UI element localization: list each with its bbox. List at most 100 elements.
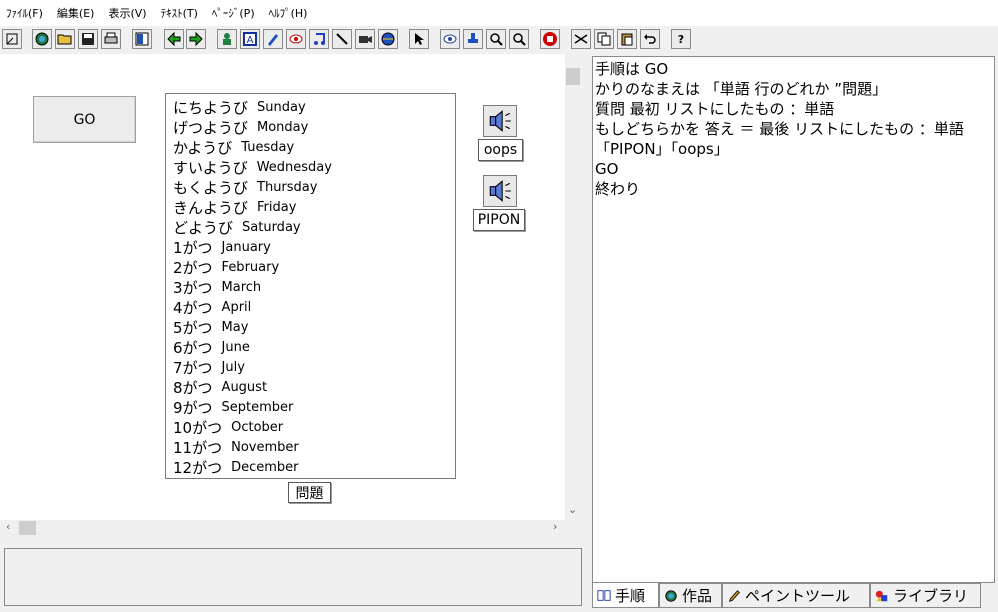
card-view-icon[interactable] xyxy=(132,29,152,49)
scroll-right-arrow-icon[interactable]: › xyxy=(553,520,557,533)
word-english: March xyxy=(221,279,262,295)
globe-icon[interactable] xyxy=(378,29,398,49)
vertical-scroll-thumb[interactable] xyxy=(566,68,580,85)
word-english: Monday xyxy=(257,119,309,135)
word-japanese: かようび xyxy=(173,138,233,157)
menu-text[interactable]: ﾃｷｽﾄ(T) xyxy=(161,5,198,21)
zoom-in-icon[interactable] xyxy=(486,29,506,49)
word-japanese: 2がつ xyxy=(173,258,213,277)
word-list-row: かようび Tuesday xyxy=(173,137,455,157)
menu-help[interactable]: ﾍﾙﾌﾟ(H) xyxy=(269,5,308,21)
tab-library[interactable]: ライブラリ xyxy=(870,583,981,608)
save-icon[interactable] xyxy=(78,29,98,49)
text-box-icon[interactable]: A xyxy=(240,29,260,49)
stamp-icon[interactable] xyxy=(463,29,483,49)
word-japanese: どようび xyxy=(173,218,234,237)
script-line: 手順は GO xyxy=(595,60,669,78)
toolbar: A ? xyxy=(0,26,998,54)
copy-icon[interactable] xyxy=(594,29,614,49)
brush-icon xyxy=(728,589,740,602)
go-button[interactable]: GO xyxy=(33,96,136,143)
horizontal-scrollbar[interactable] xyxy=(0,520,565,536)
word-english: September xyxy=(221,399,294,415)
script-line: もしどちらかを 答え ＝ 最後 リストにしたもの ：単語 xyxy=(595,120,964,138)
help-icon[interactable]: ? xyxy=(671,29,691,49)
mondai-button[interactable]: 問題 xyxy=(288,482,331,503)
word-list-row: 9がつ September xyxy=(173,397,455,417)
pipon-sound-button[interactable]: PIPON xyxy=(473,209,525,231)
tab-works[interactable]: 作品 xyxy=(659,583,722,608)
menu-file[interactable]: ﾌｧｲﾙ(F) xyxy=(6,5,43,21)
preview-eye-icon[interactable] xyxy=(440,29,460,49)
open-folder-icon[interactable] xyxy=(55,29,75,49)
word-japanese: もくようび xyxy=(173,178,249,197)
svg-text:A: A xyxy=(247,35,254,46)
word-english: February xyxy=(221,259,280,275)
word-english: Sunday xyxy=(257,99,306,115)
word-japanese: 7がつ xyxy=(173,358,213,377)
word-english: Thursday xyxy=(257,179,318,195)
message-box[interactable] xyxy=(4,548,582,606)
word-japanese: 1がつ xyxy=(173,238,213,257)
word-japanese: 6がつ xyxy=(173,338,213,357)
shapes-icon xyxy=(875,590,888,601)
script-line: 質問 最初 リストにしたもの ：単語 xyxy=(595,100,835,118)
menu-edit[interactable]: 編集(E) xyxy=(57,5,95,21)
word-japanese: 11がつ xyxy=(173,438,223,457)
menu-bar: ﾌｧｲﾙ(F) 編集(E) 表示(V) ﾃｷｽﾄ(T) ﾍﾟｰｼﾞ(P) ﾍﾙﾌ… xyxy=(0,0,998,26)
cut-icon[interactable] xyxy=(571,29,591,49)
word-list-row: 2がつ February xyxy=(173,257,455,277)
wand-icon[interactable] xyxy=(332,29,352,49)
tab-paint-tool[interactable]: ペイントツール xyxy=(722,583,870,608)
back-arrow-icon[interactable] xyxy=(164,29,184,49)
music-note-icon[interactable] xyxy=(309,29,329,49)
character-icon[interactable] xyxy=(217,29,237,49)
horizontal-scroll-thumb[interactable] xyxy=(19,521,36,535)
word-list-field[interactable]: にちようび Sunday げつようび Monday かようび Tuesday すいようび We… xyxy=(165,93,456,479)
forward-arrow-icon[interactable] xyxy=(186,29,206,49)
word-list-row: 11がつ November xyxy=(173,437,455,457)
script-line: GO xyxy=(595,160,619,178)
word-list-row: もくようび Thursday xyxy=(173,177,455,197)
menu-view[interactable]: 表示(V) xyxy=(108,5,146,21)
word-list-row: 6がつ June xyxy=(173,337,455,357)
undo-icon[interactable] xyxy=(640,29,660,49)
word-list-row: にちようび Sunday xyxy=(173,97,455,117)
pointer-icon[interactable] xyxy=(409,29,429,49)
scroll-left-arrow-icon[interactable]: ‹ xyxy=(6,520,10,533)
word-english: August xyxy=(221,379,268,395)
script-editor[interactable]: 手順は GO かりのなまえは 「単語 行のどれか ”問題」 質問 最初 リストにした… xyxy=(592,56,995,583)
scroll-down-arrow-icon[interactable]: ⌄ xyxy=(568,503,577,516)
menu-page[interactable]: ﾍﾟｰｼﾞ(P) xyxy=(212,5,255,21)
word-list-row: 7がつ July xyxy=(173,357,455,377)
word-list-row: げつようび Monday xyxy=(173,117,455,137)
film-icon[interactable] xyxy=(355,29,375,49)
word-list-row: 12がつ December xyxy=(173,457,455,477)
stop-hand-icon[interactable] xyxy=(540,29,560,49)
word-english: Wednesday xyxy=(256,159,332,175)
word-japanese: 9がつ xyxy=(173,398,213,417)
word-english: November xyxy=(231,439,299,455)
restore-icon[interactable] xyxy=(2,29,22,49)
print-icon[interactable] xyxy=(101,29,121,49)
word-english: December xyxy=(231,459,299,475)
oops-speaker-icon[interactable] xyxy=(483,105,517,137)
paint-tool-icon[interactable] xyxy=(263,29,283,49)
word-japanese: すいようび xyxy=(173,158,248,177)
vertical-scrollbar[interactable] xyxy=(565,54,582,520)
tab-works-label: 作品 xyxy=(682,587,713,605)
pipon-speaker-icon[interactable] xyxy=(483,175,517,207)
tab-library-label: ライブラリ xyxy=(893,587,969,605)
eye-icon[interactable] xyxy=(286,29,306,49)
word-list-row: きんようび Friday xyxy=(173,197,455,217)
paste-icon[interactable] xyxy=(617,29,637,49)
oops-sound-button[interactable]: oops xyxy=(478,139,523,161)
word-list-row: 1がつ January xyxy=(173,237,455,257)
word-list-row: 10がつ October xyxy=(173,417,455,437)
zoom-out-icon[interactable] xyxy=(509,29,529,49)
tab-script[interactable]: 手順 xyxy=(592,583,659,608)
new-stack-icon[interactable] xyxy=(32,29,52,49)
word-english: Friday xyxy=(257,199,297,215)
word-list-row: 8がつ August xyxy=(173,377,455,397)
word-english: Tuesday xyxy=(241,139,295,155)
